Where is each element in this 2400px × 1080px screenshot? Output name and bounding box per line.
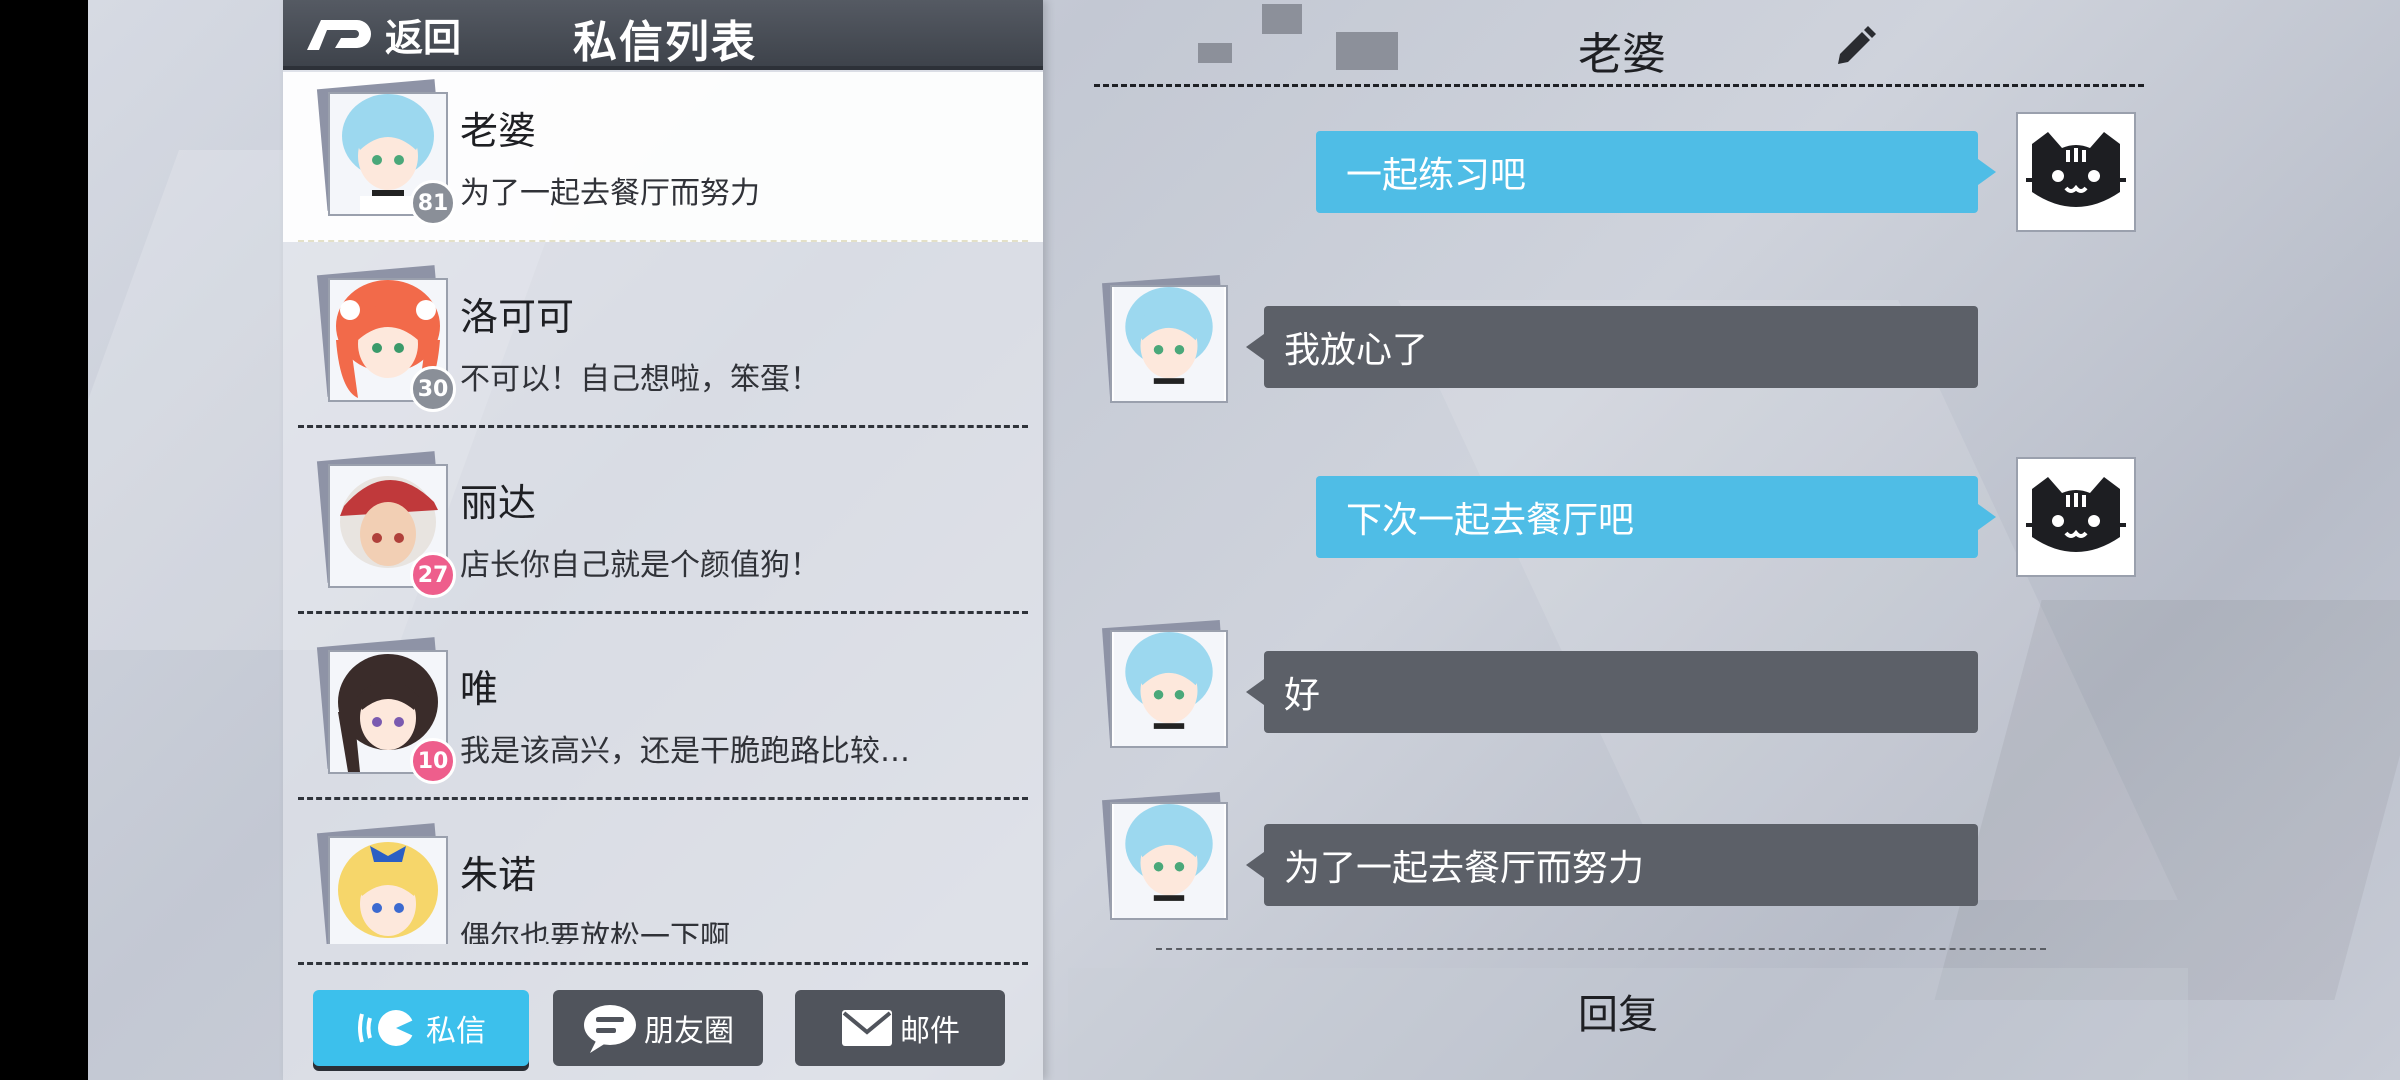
divider xyxy=(298,425,1028,428)
conversation-item[interactable]: 朱诺 偶尔也要放松一下啊 xyxy=(283,816,1043,944)
contact-name: 朱诺 xyxy=(460,853,537,897)
cat-icon xyxy=(2026,132,2126,207)
conversation-item-active[interactable]: 81 老婆 为了一起去餐厅而努力 xyxy=(283,72,1043,242)
my-avatar xyxy=(2016,457,2136,577)
contact-name: 老婆 xyxy=(460,109,537,153)
level-badge: 27 xyxy=(410,552,456,598)
tab-private-message[interactable]: 私信 xyxy=(313,990,529,1066)
tab-moments[interactable]: 朋友圈 xyxy=(553,990,763,1066)
divider xyxy=(298,611,1028,614)
contact-avatar xyxy=(1102,275,1228,403)
avatar: 81 xyxy=(316,79,456,226)
divider xyxy=(298,240,1028,242)
contact-name: 唯 xyxy=(460,667,499,711)
pencil-icon[interactable] xyxy=(1834,24,1878,68)
app-background: 返回 私信列表 81 老婆 为了一起去餐厅而努力 30 洛可可 不可以！自己想啦… xyxy=(88,0,2400,1080)
message-text: 下次一起去餐厅吧 xyxy=(1346,500,1635,541)
mail-icon xyxy=(842,1010,892,1046)
back-button[interactable]: 返回 xyxy=(305,10,461,60)
my-avatar xyxy=(2016,112,2136,232)
chat-title: 老婆 xyxy=(1578,29,1666,80)
message-text: 好 xyxy=(1284,675,1321,716)
message-preview: 我是该高兴，还是干脆跑路比较… xyxy=(460,734,910,769)
character-portrait-icon xyxy=(1113,632,1225,746)
message-preview: 店长你自己就是个颜值狗！ xyxy=(460,548,820,583)
tab-label: 私信 xyxy=(426,1014,486,1049)
divider xyxy=(1156,948,2046,950)
contact-name: 丽达 xyxy=(460,481,537,525)
message-text: 一起练习吧 xyxy=(1346,155,1527,196)
character-portrait-icon xyxy=(1113,287,1225,401)
their-message-bubble: 为了一起去餐厅而努力 xyxy=(1246,824,1978,906)
level-badge: 30 xyxy=(410,366,456,412)
conversation-item[interactable]: 30 洛可可 不可以！自己想啦，笨蛋！ xyxy=(283,258,1043,428)
back-label: 返回 xyxy=(385,15,462,60)
decor-block xyxy=(1336,32,1398,70)
contact-name: 洛可可 xyxy=(460,295,575,339)
cat-icon xyxy=(2026,477,2126,552)
avatar: 30 xyxy=(316,265,456,412)
tab-mail[interactable]: 邮件 xyxy=(795,990,1005,1066)
avatar: 10 xyxy=(316,637,456,784)
contact-avatar xyxy=(1102,792,1228,920)
message-list-panel: 返回 私信列表 81 老婆 为了一起去餐厅而努力 30 洛可可 不可以！自己想啦… xyxy=(283,0,1043,1080)
chat-bubble-icon xyxy=(358,1010,418,1046)
message-text: 我放心了 xyxy=(1284,330,1429,371)
their-message-bubble: 我放心了 xyxy=(1246,306,1978,388)
reply-button[interactable]: 回复 xyxy=(1578,982,1658,1040)
their-message-bubble: 好 xyxy=(1246,651,1978,733)
tab-label: 邮件 xyxy=(900,1014,960,1049)
message-preview: 偶尔也要放松一下啊 xyxy=(460,920,730,944)
level-badge: 81 xyxy=(410,180,456,226)
divider xyxy=(1094,84,2144,87)
message-preview: 不可以！自己想啦，笨蛋！ xyxy=(460,362,820,397)
list-header: 返回 私信列表 xyxy=(283,0,1043,70)
tab-label: 朋友圈 xyxy=(644,1014,734,1049)
conversation-item[interactable]: 27 丽达 店长你自己就是个颜值狗！ xyxy=(283,444,1043,614)
contact-avatar xyxy=(1102,620,1228,748)
decor-block xyxy=(1262,4,1302,34)
my-message-bubble: 下次一起去餐厅吧 xyxy=(1316,476,1996,558)
message-text: 为了一起去餐厅而努力 xyxy=(1284,848,1645,889)
back-arrow-icon xyxy=(307,20,371,50)
level-badge: 10 xyxy=(410,738,456,784)
message-preview: 为了一起去餐厅而努力 xyxy=(460,176,760,211)
character-portrait-icon xyxy=(330,838,446,944)
avatar xyxy=(316,823,448,944)
conversation-list: 81 老婆 为了一起去餐厅而努力 30 洛可可 不可以！自己想啦，笨蛋！ 27 … xyxy=(283,72,1043,944)
divider xyxy=(298,962,1028,965)
decor-block xyxy=(1198,43,1232,63)
conversation-item[interactable]: 10 唯 我是该高兴，还是干脆跑路比较… xyxy=(283,630,1043,800)
moments-icon xyxy=(584,1005,636,1053)
my-message-bubble: 一起练习吧 xyxy=(1316,131,1996,213)
character-portrait-icon xyxy=(1113,804,1225,918)
avatar: 27 xyxy=(316,451,456,598)
divider xyxy=(298,797,1028,800)
list-title: 私信列表 xyxy=(573,17,757,68)
